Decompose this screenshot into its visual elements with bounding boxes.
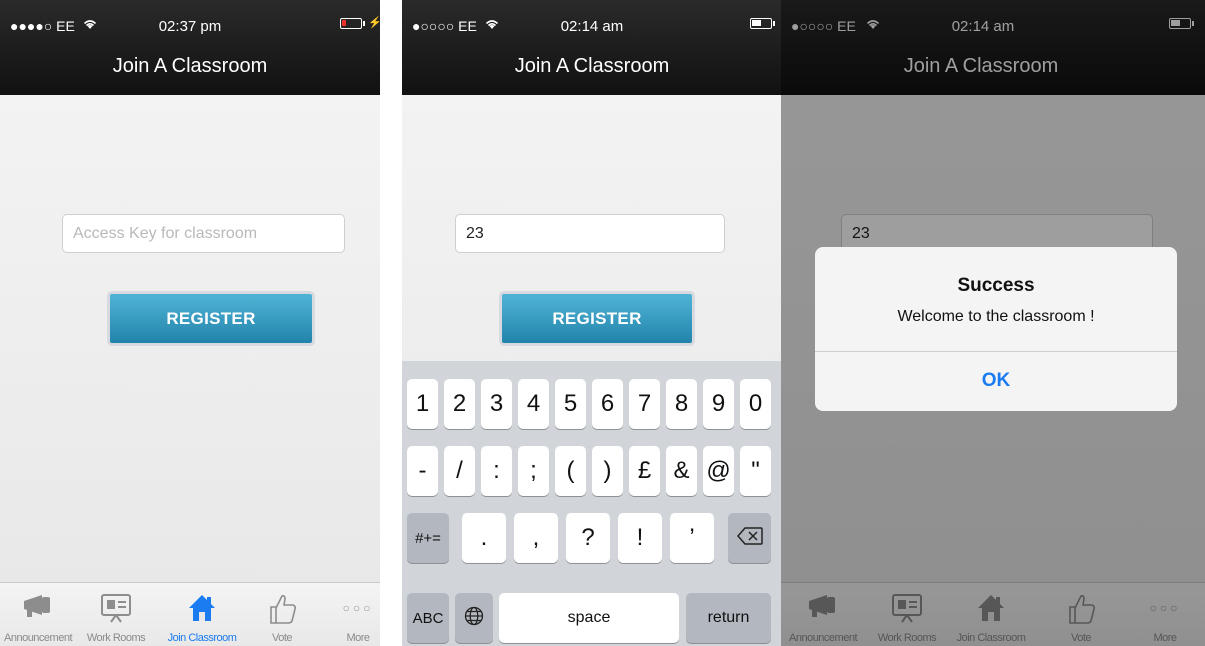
tab-label: Vote — [271, 632, 293, 644]
key-5[interactable]: 5 — [555, 379, 586, 429]
key-6[interactable]: 6 — [592, 379, 623, 429]
navigation-bar: ●●●●○ EE 02:37 pm ⚡ Join A Classroom — [0, 0, 380, 95]
space-key[interactable]: space — [499, 593, 679, 643]
register-button[interactable]: REGISTER — [499, 291, 695, 346]
more-dots-icon: ○○○ — [342, 601, 374, 615]
key-3[interactable]: 3 — [481, 379, 512, 429]
house-icon — [187, 593, 217, 628]
key-slash[interactable]: / — [444, 446, 475, 496]
key-7[interactable]: 7 — [629, 379, 660, 429]
page-title: Join A Classroom — [514, 55, 670, 77]
globe-key[interactable] — [455, 593, 493, 643]
key-apostrophe[interactable]: ’ — [670, 513, 714, 563]
tab-more[interactable]: ○○○ More — [320, 583, 380, 646]
key-close-paren[interactable]: ) — [592, 446, 623, 496]
key-hyphen[interactable]: - — [407, 446, 438, 496]
tab-bar: Announcement Work Rooms Join Classroom V… — [0, 582, 380, 646]
thumbs-up-icon — [267, 593, 297, 630]
tab-vote[interactable]: Vote — [244, 583, 320, 646]
key-ampersand[interactable]: & — [666, 446, 697, 496]
key-9[interactable]: 9 — [703, 379, 734, 429]
globe-icon — [464, 606, 484, 630]
backspace-icon — [736, 527, 763, 549]
navigation-bar: ●○○○○ EE 02:14 am Join A Classroom — [402, 0, 782, 95]
return-key[interactable]: return — [686, 593, 771, 643]
backspace-key[interactable] — [728, 513, 771, 563]
key-pound[interactable]: £ — [629, 446, 660, 496]
key-1[interactable]: 1 — [407, 379, 438, 429]
key-exclamation[interactable]: ! — [618, 513, 662, 563]
status-bar: ●●●●○ EE 02:37 pm ⚡ — [0, 0, 380, 44]
key-8[interactable]: 8 — [666, 379, 697, 429]
access-key-input[interactable] — [62, 214, 345, 253]
alert-message: Welcome to the classroom ! — [897, 308, 1095, 325]
tab-label: Work Rooms — [86, 632, 146, 644]
presentation-board-icon — [100, 593, 132, 628]
key-semicolon[interactable]: ; — [518, 446, 549, 496]
success-alert: Success Welcome to the classroom ! OK — [815, 247, 1177, 411]
alert-title: Success — [957, 275, 1035, 296]
numeric-keyboard: 1 2 3 4 5 6 7 8 9 0 - / : ; ( ) £ & @ " … — [402, 361, 782, 646]
ok-button[interactable]: OK — [815, 351, 1177, 411]
charging-bolt-icon: ⚡ — [368, 17, 380, 29]
key-period[interactable]: . — [462, 513, 506, 563]
key-quote[interactable]: " — [740, 446, 771, 496]
main-content: REGISTER — [0, 95, 380, 646]
status-bar: ●○○○○ EE 02:14 am — [402, 0, 782, 44]
tab-label: Join Classroom — [167, 632, 237, 644]
tab-join-classroom[interactable]: Join Classroom — [164, 583, 240, 646]
key-question[interactable]: ? — [566, 513, 610, 563]
screen-join-classroom-typing: ●○○○○ EE 02:14 am Join A Classroom REGIS… — [402, 0, 782, 646]
megaphone-icon — [20, 593, 56, 624]
key-open-paren[interactable]: ( — [555, 446, 586, 496]
screen-join-classroom-empty: ●●●●○ EE 02:37 pm ⚡ Join A Classroom REG… — [0, 0, 380, 646]
register-button[interactable]: REGISTER — [107, 291, 315, 346]
status-time: 02:14 am — [560, 18, 624, 35]
key-4[interactable]: 4 — [518, 379, 549, 429]
key-0[interactable]: 0 — [740, 379, 771, 429]
access-key-input[interactable] — [455, 214, 725, 253]
status-time: 02:37 pm — [158, 18, 222, 35]
key-2[interactable]: 2 — [444, 379, 475, 429]
tab-label: Announcement — [4, 632, 73, 644]
tab-label: More — [346, 632, 370, 644]
page-title: Join A Classroom — [112, 55, 268, 77]
tab-announcement[interactable]: Announcement — [0, 583, 76, 646]
letters-toggle-key[interactable]: ABC — [407, 593, 449, 643]
screen-join-classroom-success: ●○○○○ EE 02:14 am Join A Classroom Annou… — [781, 0, 1205, 646]
battery-icon — [340, 18, 365, 29]
key-colon[interactable]: : — [481, 446, 512, 496]
symbols-toggle-key[interactable]: #+= — [407, 513, 449, 563]
battery-icon — [750, 18, 775, 29]
key-at[interactable]: @ — [703, 446, 734, 496]
tab-work-rooms[interactable]: Work Rooms — [78, 583, 154, 646]
key-comma[interactable]: , — [514, 513, 558, 563]
